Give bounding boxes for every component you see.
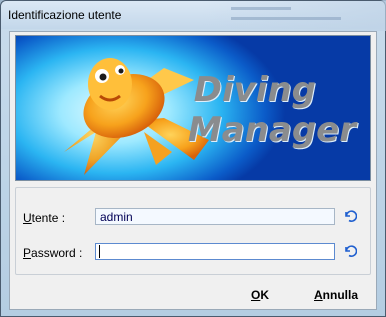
background-window-glimpse bbox=[201, 1, 386, 31]
undo-password-icon[interactable] bbox=[343, 244, 357, 258]
cancel-button[interactable]: Annulla bbox=[314, 288, 358, 302]
banner-app-name: Diving Manager bbox=[188, 70, 356, 150]
password-input[interactable] bbox=[95, 243, 335, 260]
username-input[interactable] bbox=[95, 208, 335, 225]
ok-button[interactable]: OK bbox=[251, 288, 269, 302]
password-label: Password : bbox=[23, 246, 83, 260]
undo-username-icon[interactable] bbox=[343, 209, 357, 223]
banner-line-1: Diving bbox=[193, 70, 316, 110]
banner-line-2: Manager bbox=[187, 110, 356, 150]
app-banner: Diving Manager bbox=[15, 35, 371, 181]
text-caret bbox=[99, 245, 100, 258]
username-label: Utente : bbox=[23, 211, 66, 225]
login-dialog: Identificazione utente Diving Manager Ut… bbox=[0, 0, 386, 317]
dialog-client-area: Diving Manager bbox=[9, 31, 377, 310]
window-title: Identificazione utente bbox=[8, 8, 122, 22]
title-bar[interactable]: Identificazione utente bbox=[1, 1, 386, 31]
credentials-group bbox=[15, 187, 371, 275]
